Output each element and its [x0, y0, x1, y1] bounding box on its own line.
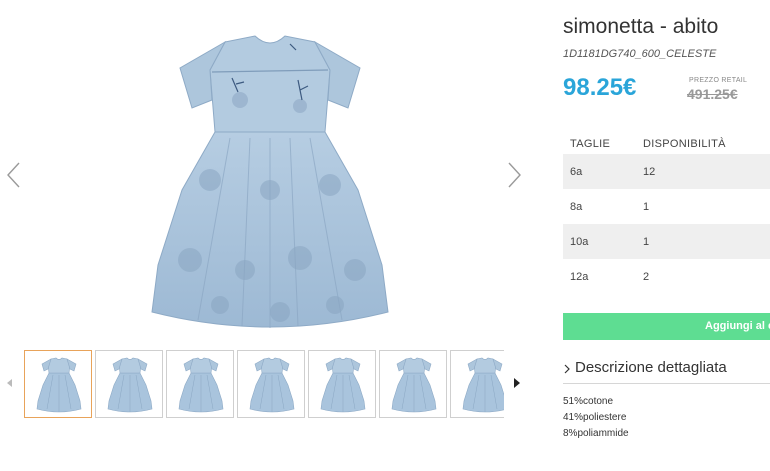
- thumbnail-prev-button[interactable]: [4, 376, 14, 390]
- size-quantity: 1: [643, 236, 650, 248]
- size-row[interactable]: 6a 12: [563, 154, 770, 189]
- add-to-cart-label: Aggiungi al c: [705, 320, 770, 332]
- divider: [563, 383, 770, 384]
- thumbnail-next-button[interactable]: [512, 376, 522, 390]
- size-quantity: 12: [643, 166, 656, 178]
- product-title: simonetta - abito: [563, 15, 719, 38]
- thumbnail[interactable]: [450, 350, 504, 418]
- chevron-right-icon: [508, 162, 521, 188]
- size-quantity: 2: [643, 271, 650, 283]
- size-label: 10a: [570, 236, 589, 248]
- chevron-left-icon: [7, 162, 20, 188]
- dress-thumbnail-image: [320, 357, 366, 413]
- dress-thumbnail-image: [178, 357, 224, 413]
- product-gallery: [0, 0, 540, 471]
- thumbnail-strip: [22, 350, 504, 420]
- description-toggle[interactable]: Descrizione dettagliata: [563, 358, 770, 382]
- composition-item: 51%cotone: [563, 396, 614, 407]
- size-label: 8a: [570, 201, 583, 213]
- product-price: 98.25€: [563, 74, 637, 101]
- retail-price-label: PREZZO RETAIL: [689, 77, 748, 84]
- header-availability: DISPONIBILITÀ: [643, 138, 726, 150]
- gallery-prev-button[interactable]: [4, 160, 24, 190]
- dress-thumbnail-image: [391, 357, 437, 413]
- size-label: 12a: [570, 271, 589, 283]
- chevron-right-icon: [564, 364, 570, 374]
- size-label: 6a: [570, 166, 583, 178]
- dress-thumbnail-image: [462, 357, 504, 413]
- dress-image: [151, 35, 389, 328]
- add-to-cart-button[interactable]: Aggiungi al c: [563, 313, 770, 340]
- thumbnail[interactable]: [379, 350, 447, 418]
- size-quantity: 1: [643, 201, 650, 213]
- thumbnail[interactable]: [308, 350, 376, 418]
- gallery-next-button[interactable]: [504, 160, 524, 190]
- size-row[interactable]: 10a 1: [563, 224, 770, 259]
- composition-list: 51%cotone 41%poliestere 8%poliammide: [563, 394, 629, 442]
- thumbnail-carousel: [0, 348, 540, 422]
- composition-item: 8%poliammide: [563, 428, 629, 439]
- thumbnail[interactable]: [237, 350, 305, 418]
- dress-thumbnail-image: [107, 357, 153, 413]
- caret-left-icon: [7, 379, 12, 387]
- size-row[interactable]: 12a 2: [563, 259, 770, 294]
- header-sizes: TAGLIE: [570, 138, 611, 150]
- thumbnail[interactable]: [24, 350, 92, 418]
- thumbnail[interactable]: [95, 350, 163, 418]
- main-product-image: [120, 20, 420, 340]
- product-sku: 1D1181DG740_600_CELESTE: [563, 48, 717, 60]
- dress-thumbnail-image: [249, 357, 295, 413]
- caret-right-icon: [514, 378, 520, 388]
- size-row[interactable]: 8a 1: [563, 189, 770, 224]
- sizes-table-header: TAGLIE DISPONIBILITÀ: [563, 132, 770, 154]
- product-details: simonetta - abito 1D1181DG740_600_CELEST…: [563, 0, 770, 471]
- sizes-table: TAGLIE DISPONIBILITÀ 6a 12 8a 1 10a 1 12…: [563, 132, 770, 294]
- thumbnail[interactable]: [166, 350, 234, 418]
- description-toggle-label: Descrizione dettagliata: [575, 359, 727, 376]
- retail-price: 491.25€: [687, 86, 738, 102]
- dress-thumbnail-image: [36, 357, 82, 413]
- composition-item: 41%poliestere: [563, 412, 627, 423]
